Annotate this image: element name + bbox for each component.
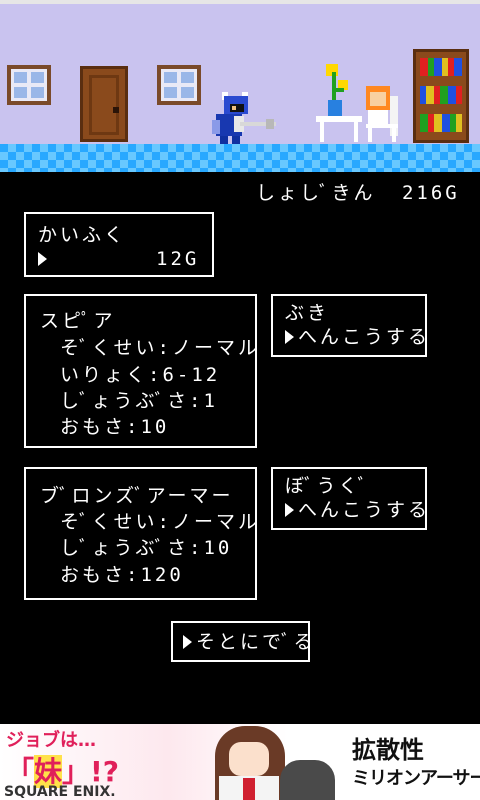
- weapon-durability: しﾞょうぶﾞさ:1: [60, 390, 218, 412]
- weapon-weight: おもさ:10: [60, 416, 170, 438]
- cursor-arrow-icon: [285, 330, 294, 344]
- armor-change-label: へんこうする: [298, 499, 431, 521]
- armor-weight: おもさ:120: [60, 564, 184, 586]
- armor-change-row: へんこうする: [285, 497, 430, 523]
- armor-attribute: そﾞくせい:ノーマル: [60, 511, 260, 533]
- armor-change-button[interactable]: ぼﾞうくﾞ へんこうする: [271, 467, 427, 530]
- ad-headline: ジョブは…: [6, 730, 96, 751]
- game-scene: [0, 4, 480, 172]
- weapon-power: いりょく:6-12: [60, 364, 221, 386]
- weapon-attribute: そﾞくせい:ノーマル: [60, 337, 260, 359]
- checkered-floor: [0, 144, 480, 172]
- ad-banner[interactable]: ジョブは… 「妹」!? SQUARE ENIX. 拡散性 ミリオンアーサー: [0, 724, 480, 800]
- bookshelf: [413, 49, 469, 143]
- ad-brand: SQUARE ENIX.: [4, 784, 116, 800]
- player-knight-sprite: [212, 92, 276, 144]
- armor-durability: しﾞょうぶﾞさ:10: [60, 537, 233, 559]
- recovery-select-arrow: [38, 246, 51, 272]
- flower-vase: [320, 62, 350, 122]
- gold-display: しょしﾞきん 216G: [256, 180, 460, 206]
- ad-character-illustration: [185, 724, 335, 800]
- armor-name: ブﾞロンズﾞアーマー: [40, 485, 234, 507]
- cursor-arrow-icon: [38, 252, 47, 266]
- weapon-name: スピﾟア: [40, 310, 116, 332]
- table: [316, 116, 362, 142]
- ad-title-bottom: ミリオンアーサー: [352, 768, 480, 789]
- weapon-category-label: ぶき: [285, 302, 330, 324]
- gold-label: しょしﾞきん: [256, 182, 376, 204]
- exit-label: そとにでﾞる: [196, 631, 316, 653]
- gold-value: 216G: [401, 182, 460, 204]
- exit-row: そとにでﾞる: [183, 629, 316, 655]
- window-left: [7, 65, 51, 105]
- cursor-arrow-icon: [183, 635, 192, 649]
- weapon-change-row: へんこうする: [285, 324, 430, 350]
- weapon-change-label: へんこうする: [298, 326, 431, 348]
- recovery-price: 12G: [156, 248, 200, 270]
- ad-title-top: 拡散性: [352, 736, 424, 764]
- recovery-label: かいふく: [38, 224, 127, 246]
- door[interactable]: [80, 66, 128, 142]
- cursor-arrow-icon: [285, 503, 294, 517]
- weapon-info-box: スピﾟア そﾞくせい:ノーマル いりょく:6-12 しﾞょうぶﾞさ:1 おもさ:…: [24, 294, 257, 448]
- armor-info-box: ブﾞロンズﾞアーマー そﾞくせい:ノーマル しﾞょうぶﾞさ:10 おもさ:120: [24, 467, 257, 600]
- recovery-shop-box[interactable]: かいふく 12G: [24, 212, 214, 277]
- weapon-change-button[interactable]: ぶき へんこうする: [271, 294, 427, 357]
- shopkeeper-girl-sprite[interactable]: [362, 84, 402, 142]
- armor-category-label: ぼﾞうくﾞ: [285, 475, 371, 497]
- window-right: [157, 65, 201, 105]
- exit-shop-button[interactable]: そとにでﾞる: [171, 621, 313, 662]
